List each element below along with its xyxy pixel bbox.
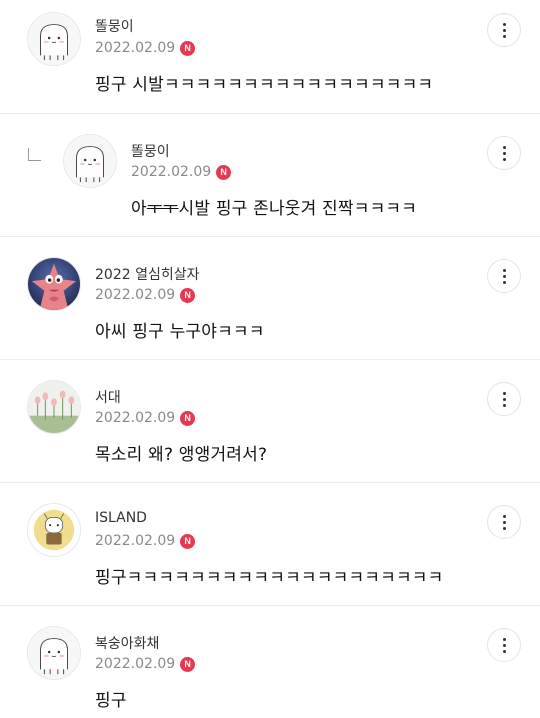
avatar[interactable] (27, 626, 81, 680)
comment-text: 아씨 핑구 누구야ㅋㅋㅋ (95, 322, 265, 342)
comment-text: 핑구 (95, 691, 127, 711)
comment-item: 2022 열심히살자 2022.02.09 N 아씨 핑구 누구야ㅋㅋㅋ (0, 237, 540, 360)
comment-list: 똘뭉이 2022.02.09 N 핑구 시발ㅋㅋㅋㅋㅋㅋㅋㅋㅋㅋㅋㅋㅋㅋㅋㅋㅋ … (0, 0, 540, 718)
avatar[interactable] (27, 380, 81, 434)
more-options-button[interactable] (487, 259, 521, 293)
new-badge: N (216, 164, 232, 180)
comment-meta: 2022.02.09 N (95, 287, 196, 303)
avatar[interactable] (27, 257, 81, 311)
comment-text-strikethrough: ㅜㅜ (146, 199, 179, 219)
comment-author[interactable]: 똘뭉이 (95, 16, 134, 36)
new-badge: N (180, 533, 196, 549)
ghost-character-icon (64, 135, 116, 187)
comment-date: 2022.02.09 (95, 656, 176, 672)
comment-meta: 2022.02.09 N (95, 410, 196, 426)
more-options-button[interactable] (487, 505, 521, 539)
new-badge: N (180, 287, 196, 303)
comment-meta: 2022.02.09 N (131, 164, 232, 180)
comment-author[interactable]: 서대 (95, 387, 121, 407)
more-options-button[interactable] (487, 13, 521, 47)
comment-author[interactable]: 똘뭉이 (131, 141, 170, 161)
isfp-character-icon (28, 504, 80, 556)
comment-text: 아ㅜㅜ시발 핑구 존나웃겨 진짝ㅋㅋㅋㅋ (131, 194, 417, 219)
comment-text: 목소리 왜? 앵앵거려서? (95, 445, 268, 465)
comment-date: 2022.02.09 (95, 410, 176, 426)
comment-date: 2022.02.09 (95, 287, 176, 303)
more-options-button[interactable] (487, 628, 521, 662)
comment-text: 핑구 시발ㅋㅋㅋㅋㅋㅋㅋㅋㅋㅋㅋㅋㅋㅋㅋㅋㅋ (95, 75, 434, 95)
comment-text-part: 아 (131, 199, 147, 219)
tulips-icon (28, 381, 80, 433)
more-options-button[interactable] (487, 382, 521, 416)
new-badge: N (180, 410, 196, 426)
ghost-character-icon (28, 627, 80, 679)
patrick-star-icon (28, 258, 80, 310)
new-badge: N (180, 40, 196, 56)
avatar[interactable] (27, 12, 81, 66)
reply-arrow-icon (28, 148, 41, 161)
comment-meta: 2022.02.09 N (95, 656, 196, 672)
reply-item: 똘뭉이 2022.02.09 N 아ㅜㅜ시발 핑구 존나웃겨 진짝ㅋㅋㅋㅋ (0, 114, 540, 237)
comment-item: 서대 2022.02.09 N 목소리 왜? 앵앵거려서? (0, 360, 540, 483)
comment-item: 복숭아화채 2022.02.09 N 핑구 (0, 606, 540, 718)
comment-date: 2022.02.09 (95, 533, 176, 549)
more-options-button[interactable] (487, 136, 521, 170)
comment-author[interactable]: ISLAND (95, 510, 147, 526)
comment-date: 2022.02.09 (131, 164, 212, 180)
comment-item: 똘뭉이 2022.02.09 N 핑구 시발ㅋㅋㅋㅋㅋㅋㅋㅋㅋㅋㅋㅋㅋㅋㅋㅋㅋ (0, 0, 540, 114)
comment-text-part: 시발 핑구 존나웃겨 진짝ㅋㅋㅋㅋ (178, 199, 418, 219)
new-badge: N (180, 656, 196, 672)
comment-item: ISLAND 2022.02.09 N 핑구ㅋㅋㅋㅋㅋㅋㅋㅋㅋㅋㅋㅋㅋㅋㅋㅋㅋㅋ… (0, 483, 540, 606)
comment-date: 2022.02.09 (95, 40, 176, 56)
ghost-character-icon (28, 13, 80, 65)
comment-author[interactable]: 복숭아화채 (95, 633, 159, 653)
comment-author[interactable]: 2022 열심히살자 (95, 264, 199, 284)
comment-meta: 2022.02.09 N (95, 40, 196, 56)
comment-meta: 2022.02.09 N (95, 533, 196, 549)
comment-text: 핑구ㅋㅋㅋㅋㅋㅋㅋㅋㅋㅋㅋㅋㅋㅋㅋㅋㅋㅋㅋㅋ (95, 568, 444, 588)
avatar[interactable] (63, 134, 117, 188)
avatar[interactable] (27, 503, 81, 557)
